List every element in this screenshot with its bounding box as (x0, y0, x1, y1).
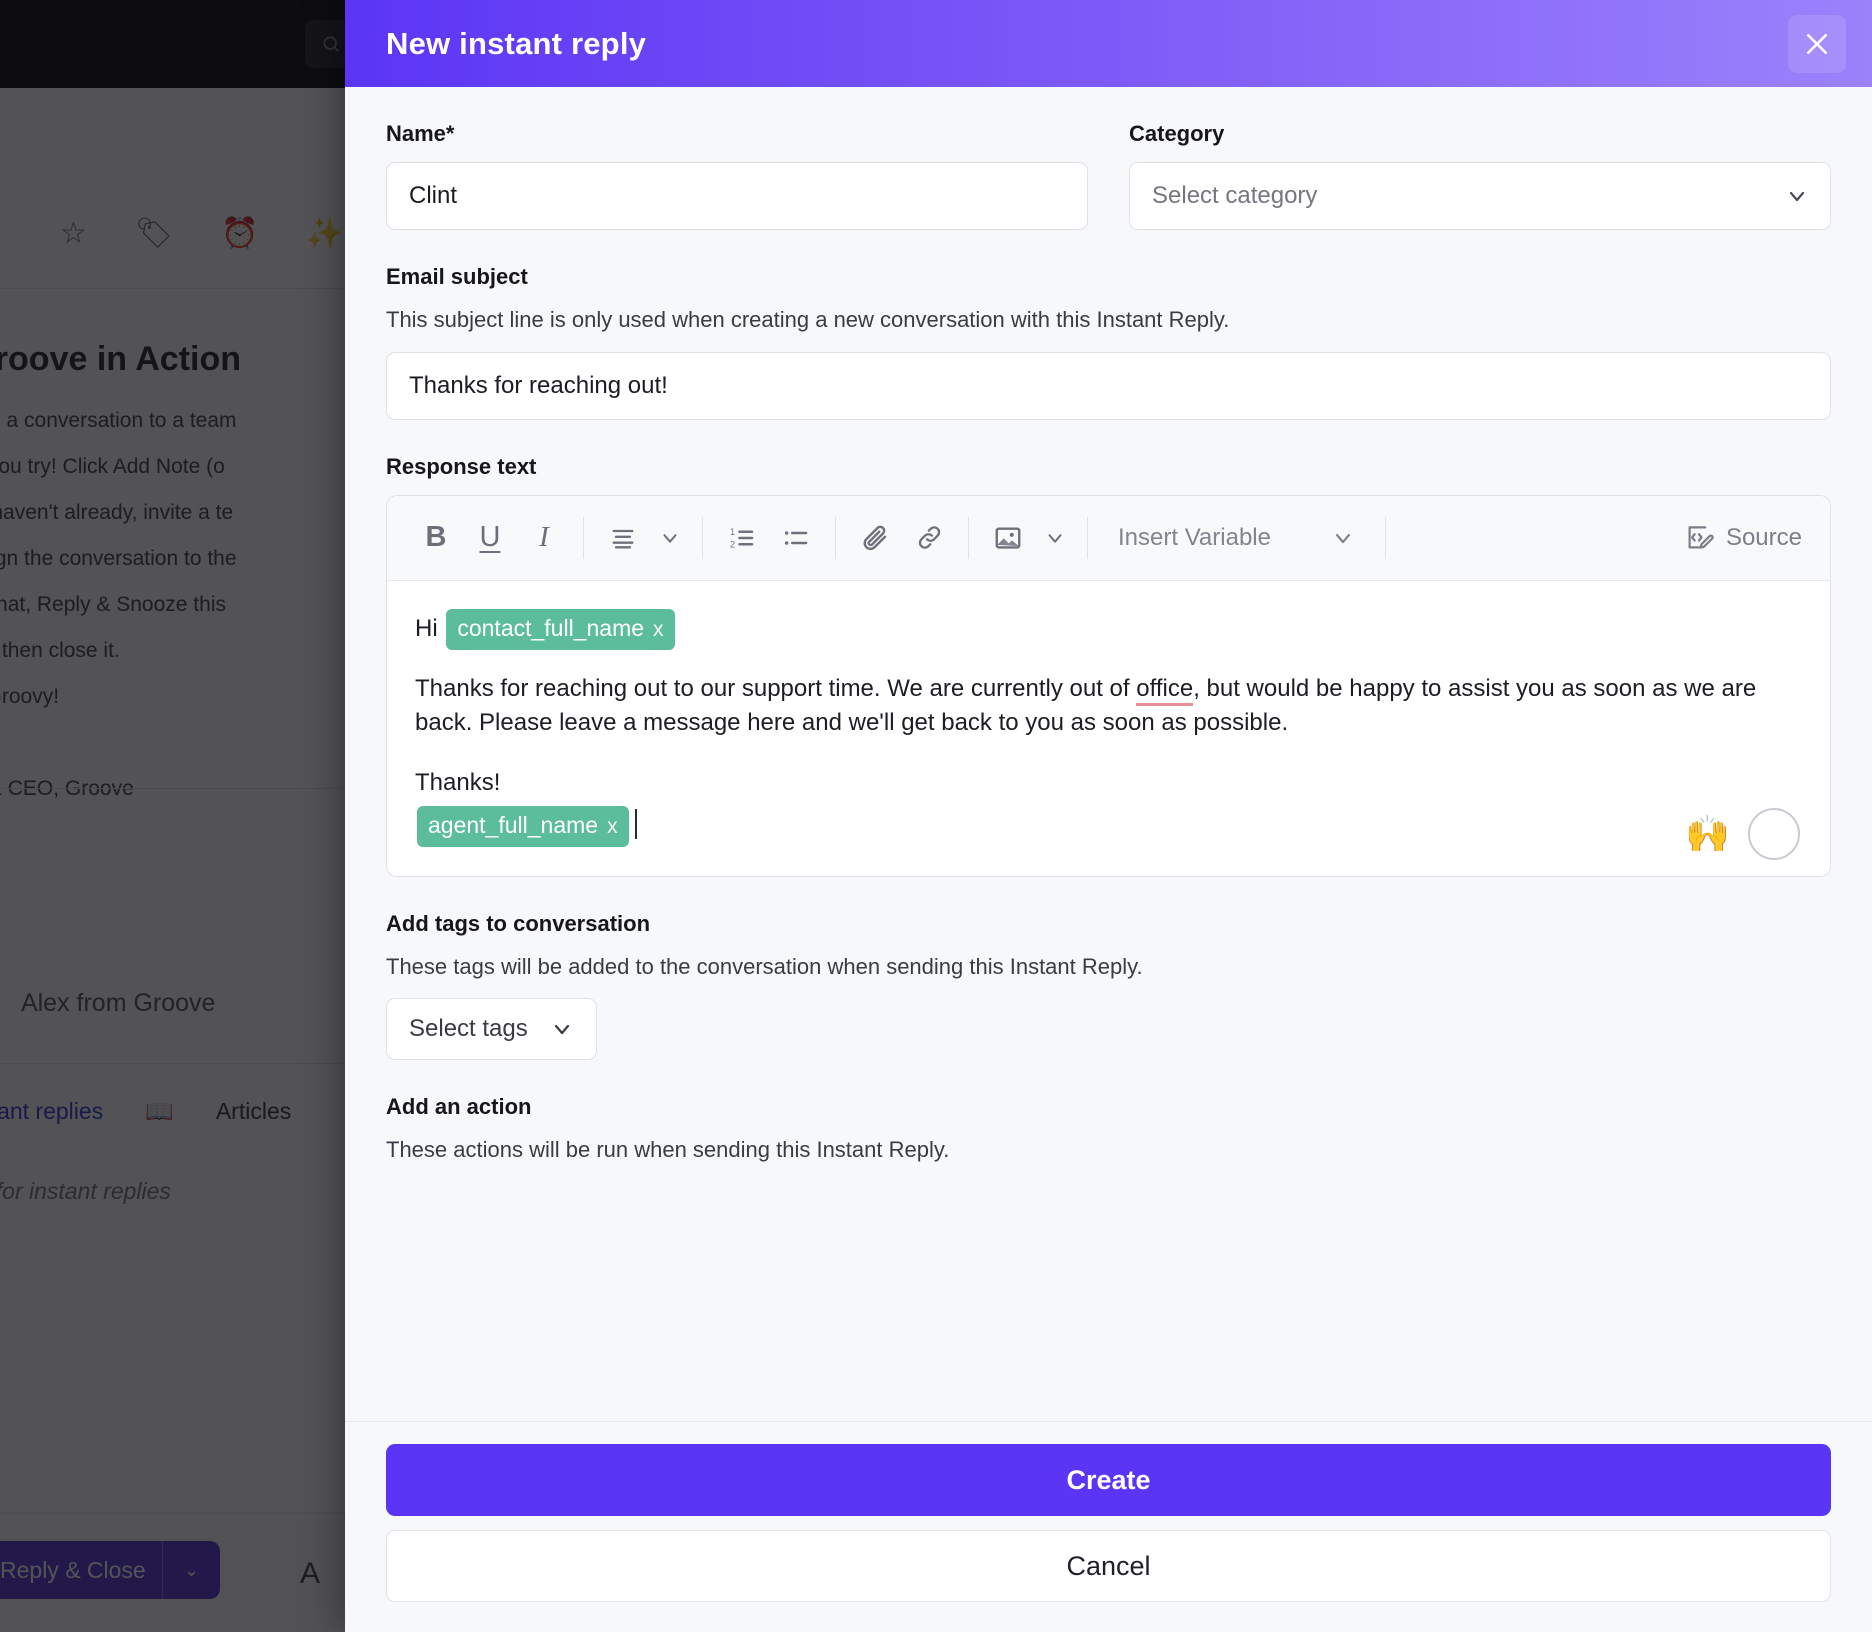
editor-widgets: 🙌 (1685, 808, 1800, 860)
add-tags-group: Add tags to conversation These tags will… (386, 911, 1831, 1061)
email-subject-help: This subject line is only used when crea… (386, 305, 1831, 335)
greeting-prefix: Hi (415, 615, 438, 642)
divider (968, 517, 969, 559)
category-select-wrap: Select category (1129, 162, 1831, 230)
bullet-list-icon (781, 523, 811, 553)
modal-header: New instant reply (345, 0, 1872, 87)
divider (835, 517, 836, 559)
add-action-group: Add an action These actions will be run … (386, 1094, 1831, 1165)
align-button[interactable] (596, 511, 650, 565)
category-field-group: Category Select category (1129, 121, 1831, 230)
image-icon (993, 523, 1023, 553)
name-input[interactable] (386, 162, 1088, 230)
text-caret (635, 809, 637, 839)
editor-signature-line: agent_full_name x (415, 806, 1802, 847)
link-button[interactable] (902, 511, 956, 565)
chevron-down-icon (550, 1017, 574, 1041)
source-button[interactable]: Source (1684, 523, 1808, 553)
italic-icon: I (539, 521, 549, 554)
chip-remove-icon[interactable]: x (607, 815, 618, 838)
misspelled-word: office (1136, 675, 1193, 706)
align-left-icon (609, 524, 637, 552)
new-instant-reply-modal: New instant reply Name* Category Select … (345, 0, 1872, 1632)
variable-chip-agent-full-name[interactable]: agent_full_name x (417, 806, 629, 847)
modal-footer: Create Cancel (345, 1421, 1872, 1632)
insert-variable-dropdown[interactable]: Insert Variable (1100, 524, 1373, 552)
add-action-label: Add an action (386, 1094, 1831, 1120)
underline-icon: U (480, 521, 501, 554)
paperclip-icon (860, 523, 890, 553)
close-button[interactable] (1788, 15, 1846, 73)
chevron-down-icon (1044, 527, 1066, 549)
category-select[interactable]: Select category (1129, 162, 1831, 230)
email-subject-label: Email subject (386, 264, 1831, 290)
image-dropdown-button[interactable] (1035, 511, 1075, 565)
response-text-label: Response text (386, 454, 1831, 480)
chevron-down-icon (659, 527, 681, 549)
bold-button[interactable]: B (409, 511, 463, 565)
chip-label: agent_full_name (428, 812, 598, 838)
code-edit-icon (1684, 523, 1714, 553)
editor-toolbar: B U I (387, 496, 1830, 581)
avatar[interactable] (1748, 808, 1800, 860)
svg-text:1: 1 (730, 527, 735, 537)
link-icon (915, 523, 944, 552)
screen: ☆ 🏷 ⏰ ✨ e Groove in Action ligning a con… (0, 0, 1872, 1632)
editor-content[interactable]: Hi contact_full_namex Thanks for reachin… (387, 581, 1830, 876)
raising-hands-emoji[interactable]: 🙌 (1685, 816, 1730, 852)
bold-icon: B (426, 521, 447, 554)
email-subject-input[interactable] (386, 352, 1831, 420)
italic-button[interactable]: I (517, 511, 571, 565)
response-text-group: Response text B U I (386, 454, 1831, 877)
image-button[interactable] (981, 511, 1035, 565)
name-label: Name* (386, 121, 1088, 147)
body-text-part-1: Thanks for reaching out to our support t… (415, 675, 1136, 702)
cancel-button[interactable]: Cancel (386, 1530, 1831, 1602)
create-button[interactable]: Create (386, 1444, 1831, 1516)
add-action-help: These actions will be run when sending t… (386, 1135, 1831, 1165)
rich-text-editor: B U I (386, 495, 1831, 877)
divider (1385, 517, 1386, 559)
divider (702, 517, 703, 559)
svg-text:2: 2 (730, 539, 735, 549)
divider (1087, 517, 1088, 559)
underline-button[interactable]: U (463, 511, 517, 565)
numbered-list-icon: 1 2 (727, 523, 757, 553)
close-icon (1802, 29, 1832, 59)
variable-chip-contact-full-name[interactable]: contact_full_name x (446, 609, 674, 650)
insert-variable-label: Insert Variable (1118, 524, 1271, 552)
attachment-button[interactable] (848, 511, 902, 565)
modal-body: Name* Category Select category (345, 87, 1872, 1421)
add-tags-label: Add tags to conversation (386, 911, 1831, 937)
select-tags-dropdown[interactable]: Select tags (386, 998, 597, 1060)
chevron-down-icon (1331, 526, 1355, 550)
editor-signoff-line: Thanks! (415, 766, 1802, 800)
category-label: Category (1129, 121, 1831, 147)
editor-greeting-line: Hi contact_full_name x (415, 609, 1802, 650)
ordered-list-button[interactable]: 1 2 (715, 511, 769, 565)
name-field-group: Name* (386, 121, 1088, 230)
category-selected-value: Select category (1152, 182, 1317, 210)
signoff-text: Thanks! (415, 769, 500, 796)
editor-body-paragraph: Thanks for reaching out to our support t… (415, 672, 1802, 740)
add-tags-help: These tags will be added to the conversa… (386, 952, 1831, 982)
select-tags-value: Select tags (409, 1015, 528, 1043)
email-subject-group: Email subject This subject line is only … (386, 264, 1831, 420)
divider (583, 517, 584, 559)
chip-remove-icon[interactable]: x (653, 618, 664, 641)
page-title: New instant reply (386, 26, 646, 62)
bullet-list-button[interactable] (769, 511, 823, 565)
align-dropdown-button[interactable] (650, 511, 690, 565)
chip-label: contact_full_name (457, 615, 644, 641)
name-category-row: Name* Category Select category (386, 121, 1831, 230)
source-label: Source (1726, 524, 1802, 552)
